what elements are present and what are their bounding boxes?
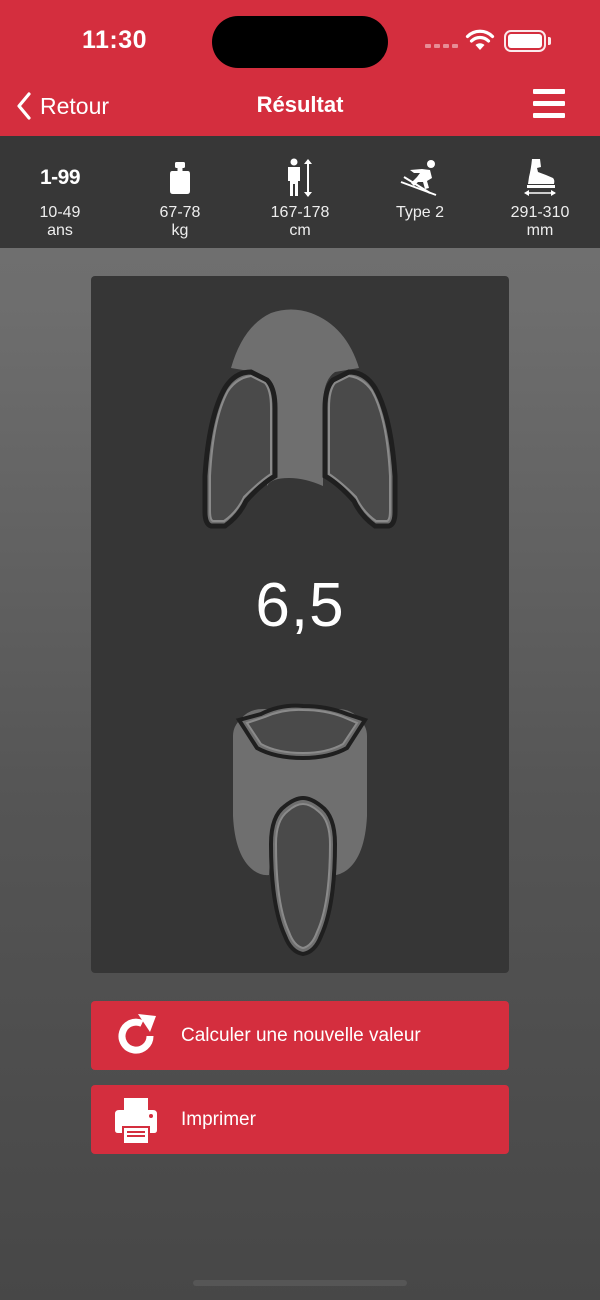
status-time: 11:30 [82, 26, 148, 54]
info-skier-type: Type 2 [360, 136, 480, 248]
height-icon [288, 158, 312, 197]
ski-boot-icon [524, 159, 556, 196]
age-value: 10-49 ans [39, 204, 81, 239]
info-boot-sole: 291-310 mm [480, 136, 600, 248]
info-weight: 67-78 kg [120, 136, 240, 248]
boot-sole-value: 291-310 mm [510, 204, 570, 239]
refresh-icon [118, 1013, 156, 1054]
recalculate-label: Calculer une nouvelle valeur [181, 1024, 421, 1046]
wifi-icon [465, 29, 495, 50]
printer-icon [115, 1097, 157, 1143]
parameters-bar: 1-99 10-49 ans 67-78 kg 167-178 cm Type … [0, 136, 600, 248]
recalculate-button[interactable]: Calculer une nouvelle valeur [91, 1001, 509, 1070]
print-label: Imprimer [181, 1108, 256, 1130]
weight-icon [170, 162, 190, 194]
battery-tip [548, 37, 551, 45]
info-height: 167-178 cm [240, 136, 360, 248]
page-title: Résultat [256, 92, 344, 117]
dynamic-island [212, 16, 388, 68]
top-bar: 11:30 Retour Résultat [0, 0, 600, 136]
age-icon: 1-99 [39, 166, 81, 189]
height-value: 167-178 cm [270, 204, 330, 239]
skier-icon [400, 160, 437, 196]
battery-icon [504, 30, 546, 52]
weight-value: 67-78 kg [159, 204, 201, 239]
menu-button[interactable] [533, 89, 565, 121]
skier-type-value: Type 2 [395, 204, 445, 221]
din-value: 6,5 [255, 571, 345, 640]
home-indicator[interactable] [193, 1280, 407, 1286]
hamburger-icon [533, 89, 565, 94]
signal-icon [425, 44, 458, 48]
print-button[interactable]: Imprimer [91, 1085, 509, 1154]
info-age: 1-99 10-49 ans [0, 136, 120, 248]
